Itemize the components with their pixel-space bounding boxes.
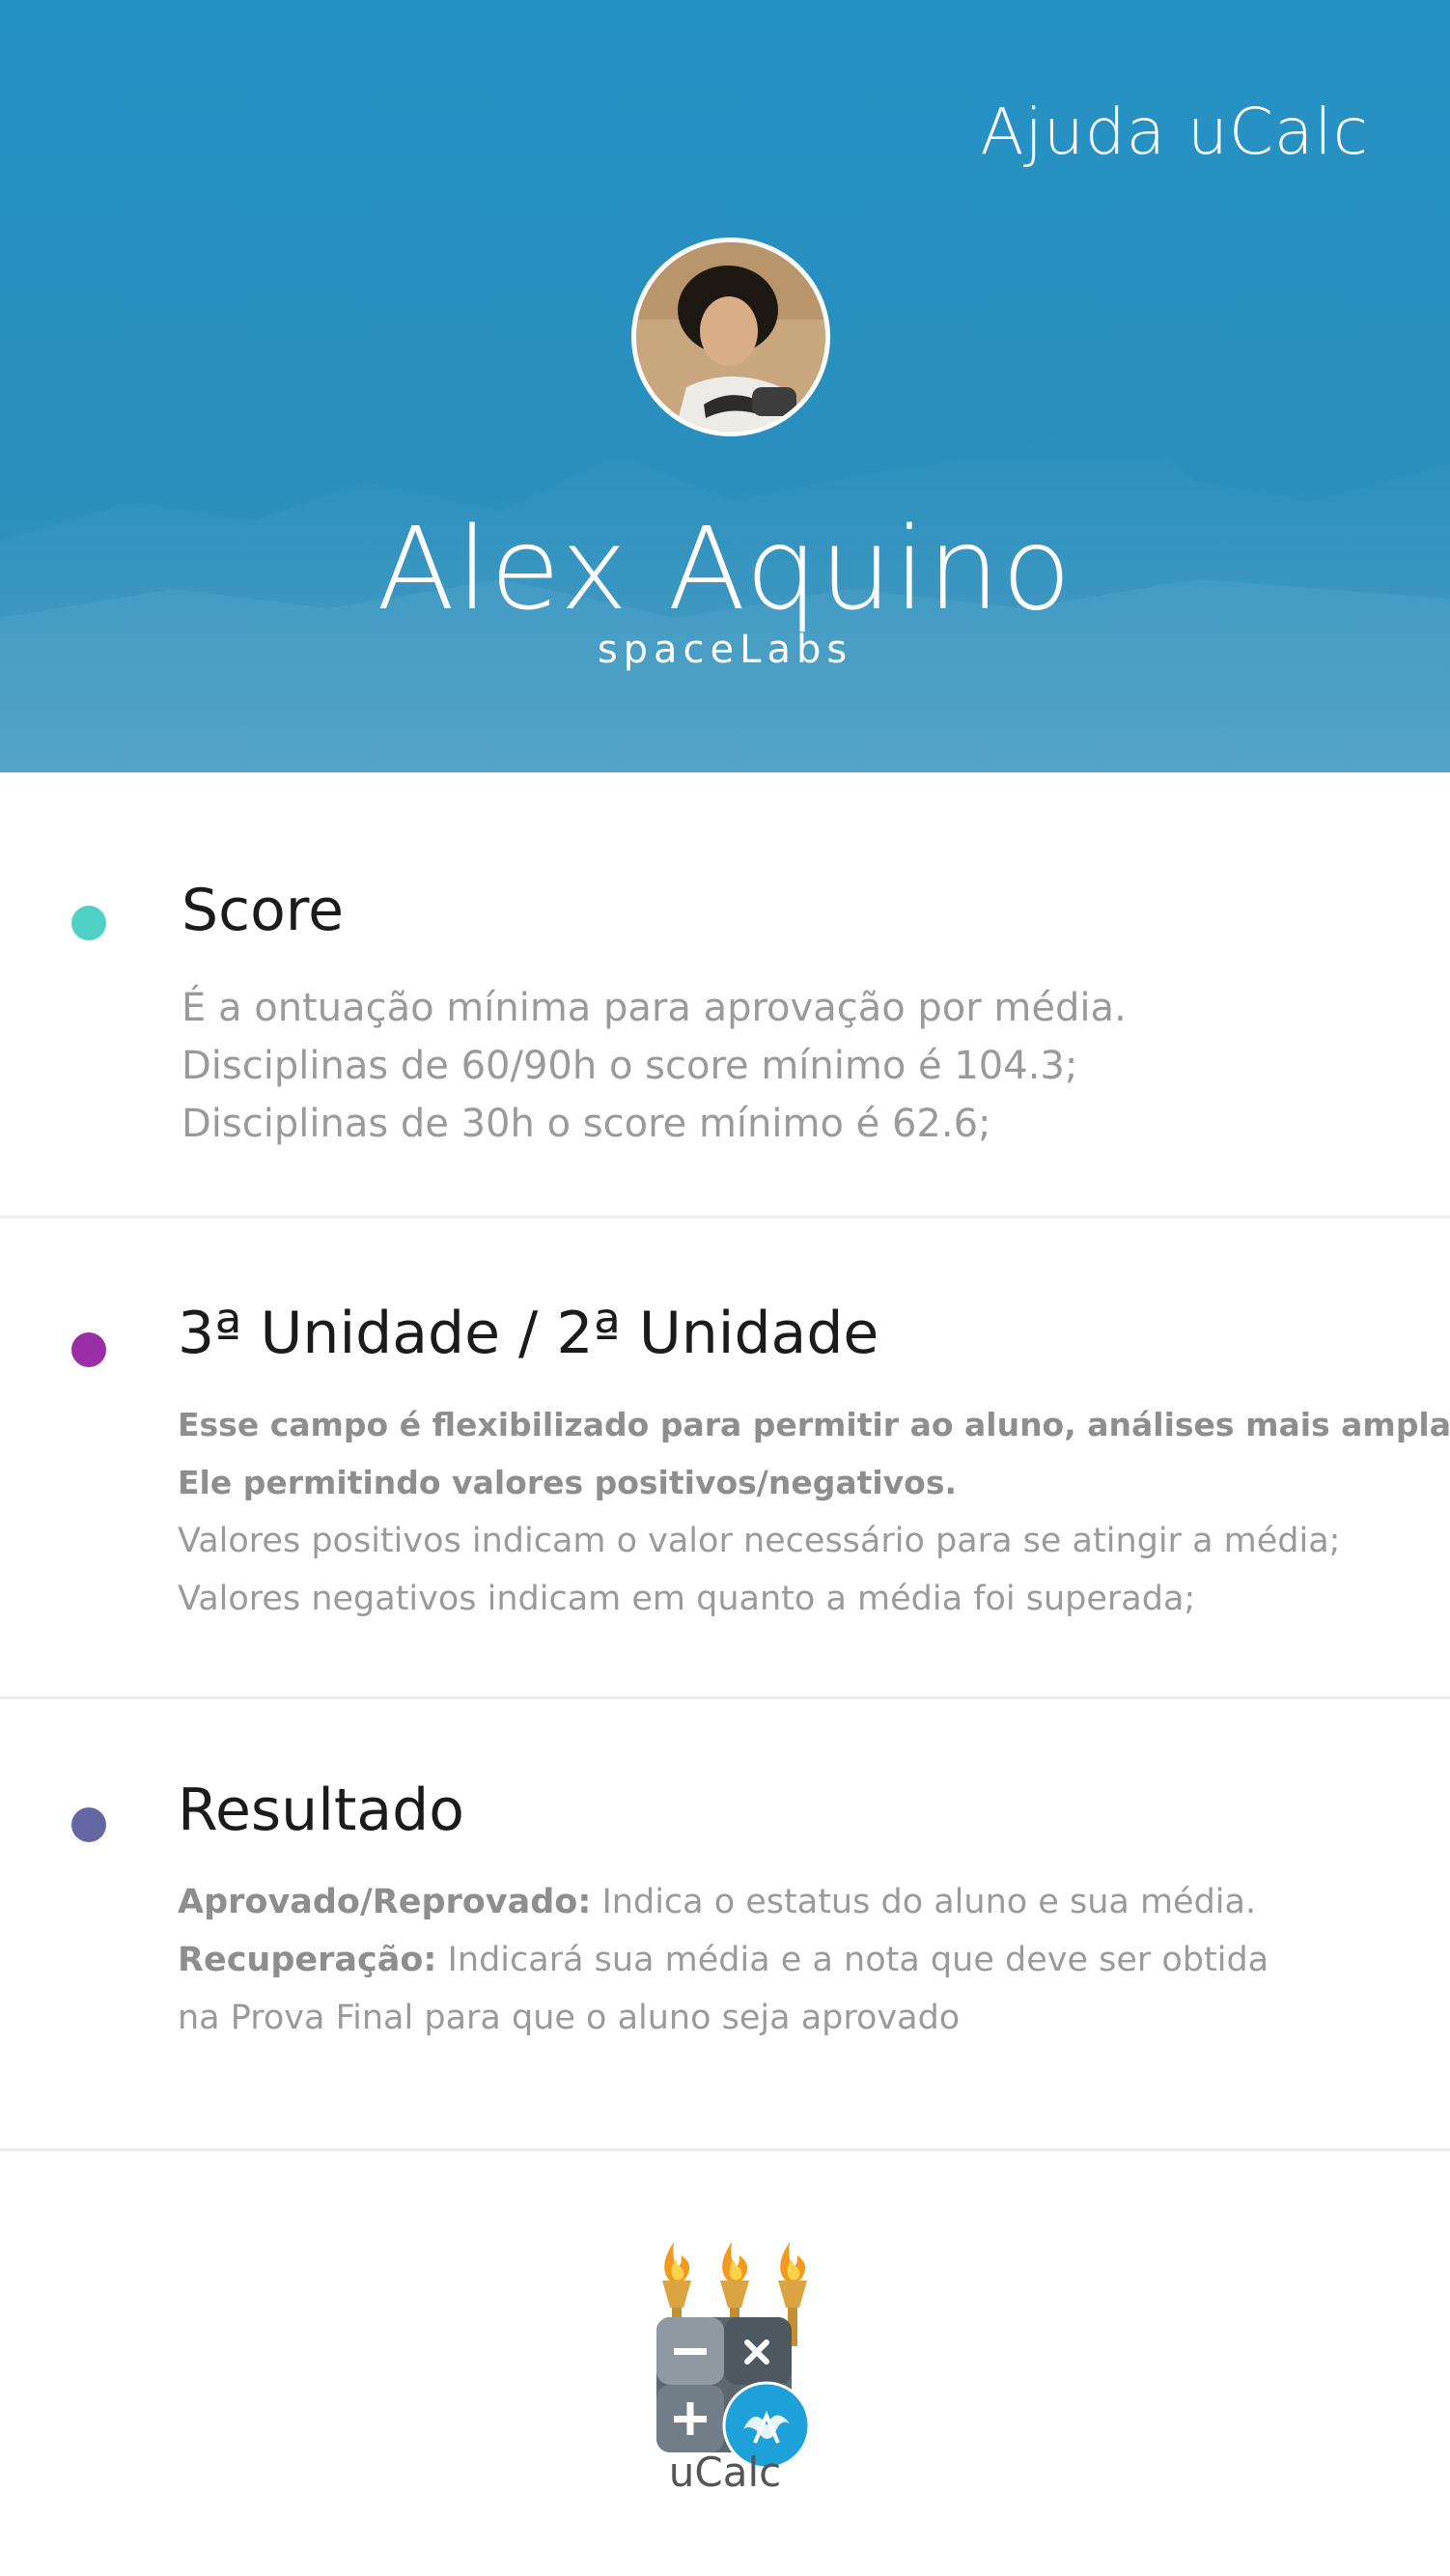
score-bullet-dot — [71, 906, 106, 940]
resultado-item-label: Aprovado/Reprovado: — [178, 1883, 592, 1921]
score-line: É a ontuação mínima para aprovação por m… — [181, 986, 1127, 1030]
page-title: Ajuda uCalc — [980, 95, 1369, 169]
score-line: Disciplinas de 60/90h o score mínimo é 1… — [181, 1044, 1078, 1088]
unidade-line: Valores negativos indicam em quanto a mé… — [178, 1580, 1196, 1618]
resultado-item: Aprovado/Reprovado: Indica o estatus do … — [178, 1873, 1269, 1931]
resultado-item: Recuperação: Indicará sua média e a nota… — [178, 1931, 1269, 1989]
user-name: Alex Aquino — [376, 502, 1074, 635]
score-section: Score É a ontuação mínima para aprovação… — [0, 772, 1450, 1217]
score-description: É a ontuação mínima para aprovação por m… — [181, 979, 1127, 1153]
profile-header: Ajuda uCalc Alex Aquino spaceLabs — [0, 0, 1450, 772]
resultado-item-label: Recuperação: — [178, 1941, 437, 1979]
score-line: Disciplinas de 30h o score mínimo é 62.6… — [181, 1102, 991, 1146]
minus-icon — [674, 2348, 707, 2355]
resultado-title: Resultado — [178, 1777, 464, 1844]
resultado-description: Aprovado/Reprovado: Indica o estatus do … — [178, 1873, 1269, 2047]
avatar — [631, 238, 830, 436]
resultado-continuation: na Prova Final para que o aluno seja apr… — [178, 1999, 961, 2037]
organization-name: spaceLabs — [597, 628, 853, 672]
app-name-label: uCalc — [668, 2449, 782, 2496]
unidade-line: Valores positivos indicam o valor necess… — [178, 1522, 1341, 1560]
resultado-item-text: Indicará sua média e a nota que deve ser… — [436, 1941, 1269, 1979]
unidade-title: 3ª Unidade / 2ª Unidade — [178, 1300, 879, 1367]
resultado-bullet-dot — [71, 1807, 106, 1842]
avatar-photo — [636, 242, 825, 432]
unidade-section: 3ª Unidade / 2ª Unidade Esse campo é fle… — [0, 1218, 1450, 1699]
unidade-bullet-dot — [71, 1332, 106, 1367]
unidade-bold-line: Esse campo é flexibilizado para permitir… — [178, 1406, 1450, 1443]
resultado-item-text: Indica o estatus do aluno e sua média. — [591, 1883, 1257, 1921]
unidade-description: Esse campo é flexibilizado para permitir… — [178, 1396, 1450, 1628]
unidade-bold-line: Ele permitindo valores positivos/negativ… — [178, 1464, 958, 1501]
resultado-section: Resultado Aprovado/Reprovado: Indica o e… — [0, 1699, 1450, 2148]
score-title: Score — [181, 877, 345, 944]
section-divider — [0, 2148, 1450, 2151]
